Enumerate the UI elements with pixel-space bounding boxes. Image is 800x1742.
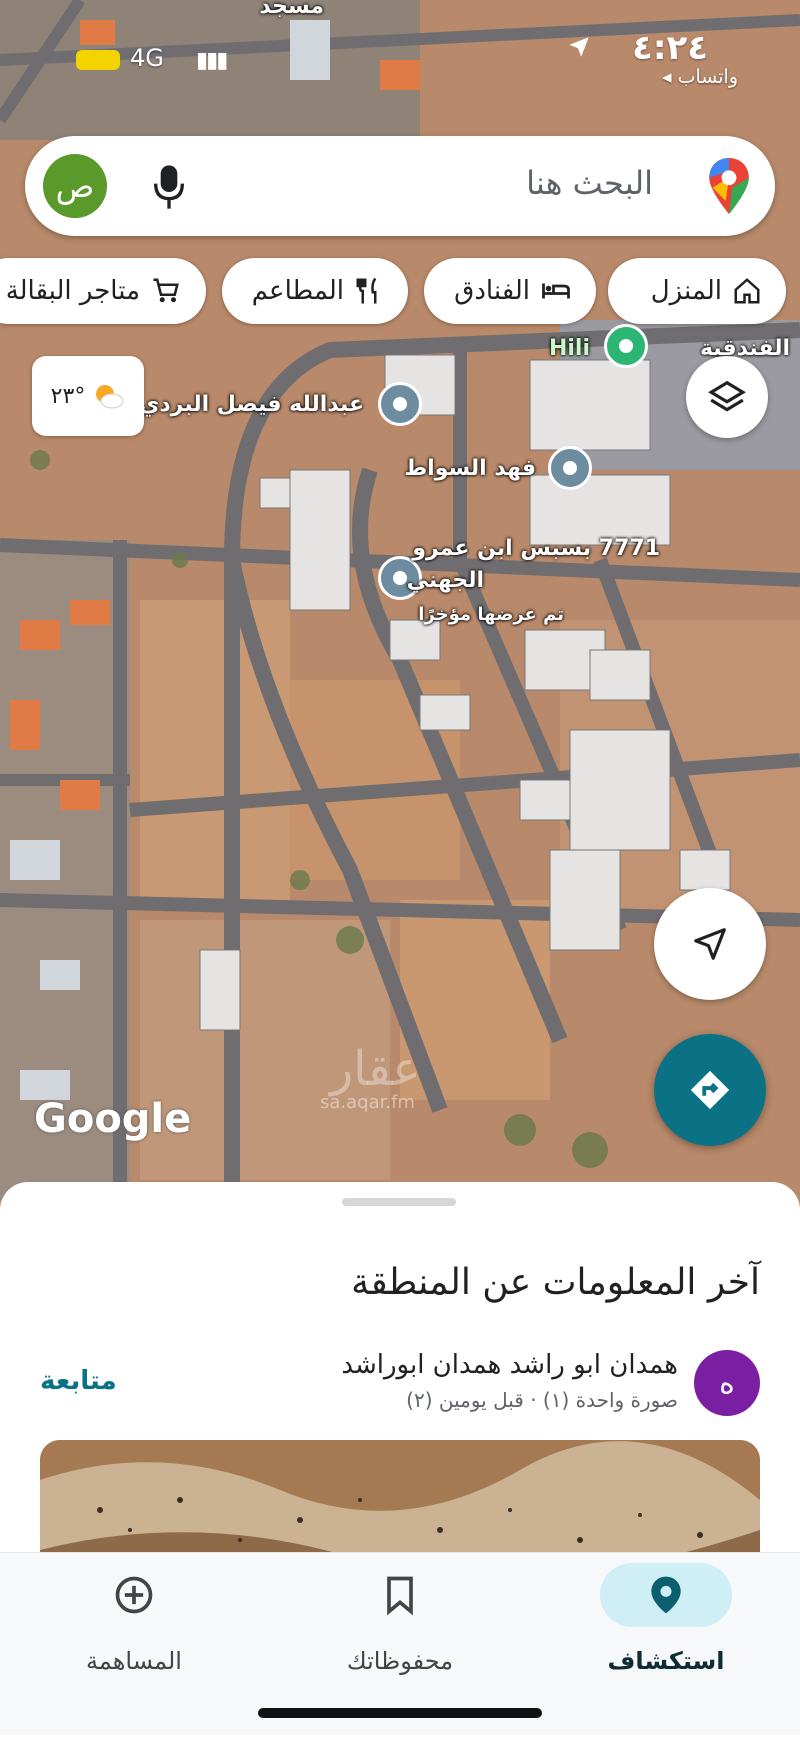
nav-saved[interactable]: محفوظاتك xyxy=(300,1563,500,1703)
post-author-avatar[interactable]: ه xyxy=(694,1350,760,1416)
chip-hotels-label: الفنادق xyxy=(454,276,530,306)
signal-icon: ▮▮▮ xyxy=(196,48,228,73)
place-pin-abdullah[interactable] xyxy=(378,382,422,426)
chip-home[interactable]: المنزل xyxy=(608,258,786,324)
google-maps-pin-icon xyxy=(709,158,749,214)
map-label-fahd[interactable]: فهد السواط xyxy=(404,456,536,481)
layers-icon xyxy=(708,380,746,412)
status-time: ٤:٢٤ xyxy=(632,28,708,68)
home-indicator[interactable] xyxy=(258,1708,542,1718)
nav-saved-label: محفوظاتك xyxy=(346,1647,454,1675)
chip-restaurants-label: المطاعم xyxy=(251,276,344,306)
map-label-hili[interactable]: Hili xyxy=(549,336,590,361)
place-pin-fahd[interactable] xyxy=(548,446,592,490)
map-label-abdullah[interactable]: عبدالله فيصل البردي xyxy=(139,392,364,417)
layers-button[interactable] xyxy=(686,356,768,438)
network-type: 4G xyxy=(130,44,164,72)
partly-cloudy-icon xyxy=(96,385,124,409)
bed-icon xyxy=(542,283,570,299)
map-label-juhani: الجهني xyxy=(406,568,484,593)
my-location-button[interactable] xyxy=(654,888,766,1000)
nav-contribute[interactable]: المساهمة xyxy=(34,1563,234,1703)
chip-home-label: المنزل xyxy=(650,276,722,306)
chip-grocery-label: متاجر البقالة xyxy=(5,276,140,306)
search-input[interactable]: البحث هنا xyxy=(526,164,653,202)
directions-icon xyxy=(690,1070,730,1110)
chip-hotels[interactable]: الفنادق xyxy=(424,258,596,324)
nav-contribute-label: المساهمة xyxy=(86,1647,182,1675)
nav-explore-label: استكشاف xyxy=(607,1647,725,1675)
sheet-grabber[interactable] xyxy=(342,1198,456,1206)
bookmark-icon xyxy=(387,1576,413,1616)
post-meta: صورة واحدة (١) · قبل يومين (٢) xyxy=(406,1388,678,1412)
microphone-icon[interactable] xyxy=(149,162,189,212)
chip-restaurants[interactable]: المطاعم xyxy=(222,258,408,324)
map-label-basbas[interactable]: 7771 بسبس ابن عمرو xyxy=(412,536,660,561)
hili-pin[interactable] xyxy=(604,324,648,368)
battery-icon xyxy=(76,50,120,70)
sheet-title: آخر المعلومات عن المنطقة xyxy=(351,1262,760,1303)
map-label-recently-viewed: تم عرضها مؤخرًا xyxy=(418,604,564,625)
directions-button[interactable] xyxy=(654,1034,766,1146)
location-pin-icon xyxy=(651,1576,681,1614)
category-chips: المنزل الفنادق المطاعم متاجر البقالة xyxy=(0,258,800,326)
svg-text:عقار: عقار xyxy=(328,1041,421,1097)
google-attribution: Google xyxy=(34,1096,192,1142)
weather-widget[interactable]: ٢٣° xyxy=(32,356,144,436)
status-bar: ٤:٢٤ ◂ واتساب 4G ▮▮▮ xyxy=(0,0,800,110)
home-icon xyxy=(734,278,760,304)
location-arrow-icon xyxy=(569,37,589,57)
nav-explore[interactable]: استكشاف xyxy=(566,1563,766,1703)
map-watermark-url: sa.aqar.fm xyxy=(320,1092,415,1113)
weather-temp: ٢٣° xyxy=(50,383,86,409)
add-circle-icon xyxy=(115,1576,153,1614)
chip-grocery[interactable]: متاجر البقالة xyxy=(0,258,206,324)
profile-avatar[interactable]: ص xyxy=(43,154,107,218)
back-to-app-link[interactable]: ◂ واتساب xyxy=(662,66,738,88)
cart-icon xyxy=(153,278,179,303)
fork-knife-icon xyxy=(356,277,377,304)
post-author-name[interactable]: همدان ابو راشد همدان ابوراشد xyxy=(341,1350,678,1380)
follow-button[interactable]: متابعة xyxy=(40,1366,117,1396)
search-bar[interactable]: ص البحث هنا xyxy=(25,136,775,236)
navigation-arrow-icon xyxy=(694,928,726,960)
